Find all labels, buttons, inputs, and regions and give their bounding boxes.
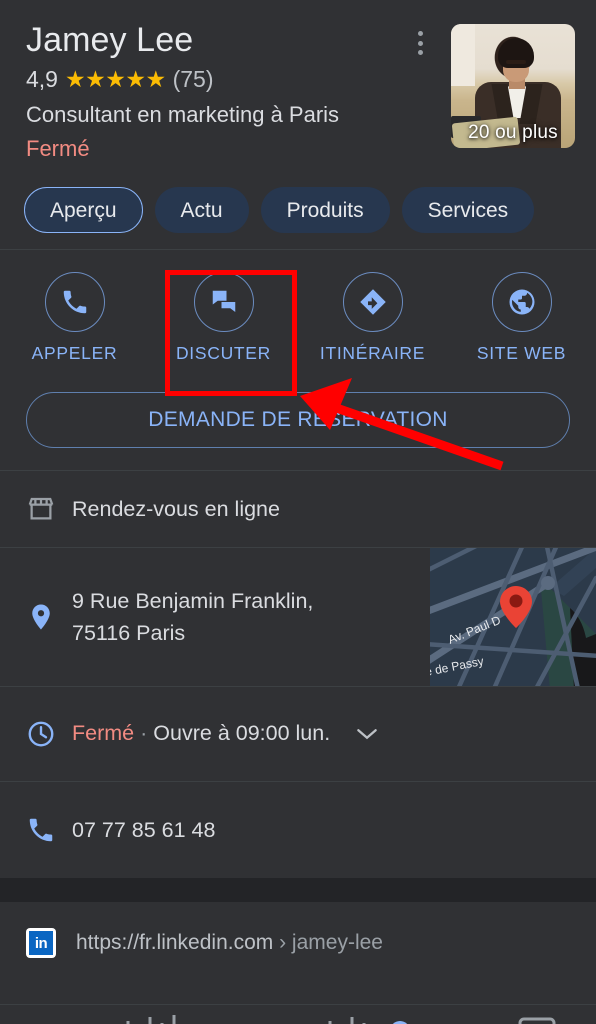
- tab-actu[interactable]: Actu: [154, 187, 249, 233]
- row-online-booking[interactable]: Rendez-vous en ligne: [0, 471, 596, 547]
- action-site-web[interactable]: SITE WEB: [447, 272, 596, 364]
- overflow-menu-icon[interactable]: [408, 28, 432, 58]
- tab-services[interactable]: Services: [401, 187, 535, 233]
- chat-icon: [193, 272, 254, 332]
- section-gap: [0, 878, 596, 902]
- hours-next-open: Ouvre à 09:00 lun.: [153, 721, 331, 746]
- link-crumb: › jamey-lee: [279, 931, 383, 954]
- photo-brow: [506, 60, 526, 64]
- dot: [417, 50, 423, 55]
- directions-icon: [342, 272, 403, 332]
- action-appeler[interactable]: APPELER: [0, 272, 149, 364]
- dot: [417, 31, 423, 36]
- map-thumbnail[interactable]: Av. Paul D e de Passy: [430, 548, 596, 686]
- tab-bar: Aperçu Actu Produits Services: [0, 179, 596, 249]
- clock-icon: [26, 719, 72, 749]
- online-booking-text: Rendez-vous en ligne: [72, 497, 280, 521]
- action-discuter[interactable]: DISCUTER: [149, 272, 298, 364]
- action-itineraire[interactable]: ITINÉRAIRE: [298, 272, 447, 364]
- chevron-down-icon[interactable]: [354, 719, 380, 751]
- action-label: APPELER: [31, 343, 118, 363]
- row-phone[interactable]: 07 77 85 61 48: [0, 782, 596, 878]
- next-row-partial[interactable]: [0, 1004, 596, 1024]
- tab-produits[interactable]: Produits: [260, 187, 390, 233]
- phone-number: 07 77 85 61 48: [72, 818, 216, 842]
- dot: [417, 40, 423, 46]
- action-label: ITINÉRAIRE: [319, 343, 426, 363]
- rating-value: 4,9: [26, 66, 58, 92]
- row-address[interactable]: 9 Rue Benjamin Franklin, 75116 Paris Av.…: [0, 548, 596, 686]
- review-count: (75): [172, 66, 214, 92]
- storefront-icon: [26, 494, 72, 524]
- link-domain: https://fr.linkedin.com: [76, 931, 274, 954]
- row-hours[interactable]: Fermé · Ouvre à 09:00 lun.: [0, 687, 596, 781]
- action-label: SITE WEB: [476, 343, 567, 363]
- photo-count-badge: 20 ou plus: [468, 122, 558, 143]
- hours-text: Fermé · Ouvre à 09:00 lun.: [72, 717, 570, 750]
- reservation-request-button[interactable]: DEMANDE DE RÉSERVATION: [26, 392, 570, 448]
- globe-icon: [491, 272, 552, 332]
- action-button-row: APPELER DISCUTER ITINÉRAIRE SITE WEB: [0, 250, 596, 380]
- action-label: DISCUTER: [175, 343, 272, 363]
- hours-status: Fermé: [72, 721, 135, 746]
- location-pin-icon: [26, 602, 72, 632]
- phone-icon: [44, 272, 105, 332]
- linkedin-glyph: in: [29, 931, 53, 955]
- address-line-2: 75116 Paris: [72, 621, 186, 645]
- profile-photo[interactable]: 20 ou plus: [451, 24, 575, 148]
- row-linkedin-link[interactable]: in https://fr.linkedin.com › jamey-lee: [0, 902, 596, 980]
- reservation-section: DEMANDE DE RÉSERVATION: [0, 380, 596, 470]
- link-url: https://fr.linkedin.com › jamey-lee: [76, 931, 383, 955]
- star-rating-icon: ★★★★★: [64, 66, 166, 92]
- business-profile-panel: Jamey Lee 4,9 ★★★★★ (75) Consultant en m…: [0, 0, 596, 1024]
- phone-icon: [26, 815, 72, 845]
- profile-header: Jamey Lee 4,9 ★★★★★ (75) Consultant en m…: [0, 0, 596, 179]
- photo-wall: [451, 24, 475, 86]
- tab-apercu[interactable]: Aperçu: [24, 187, 143, 233]
- hours-separator: ·: [140, 721, 148, 746]
- address-line-1: 9 Rue Benjamin Franklin,: [72, 589, 314, 613]
- address-text: 9 Rue Benjamin Franklin, 75116 Paris: [72, 585, 418, 649]
- linkedin-icon: in: [26, 928, 56, 958]
